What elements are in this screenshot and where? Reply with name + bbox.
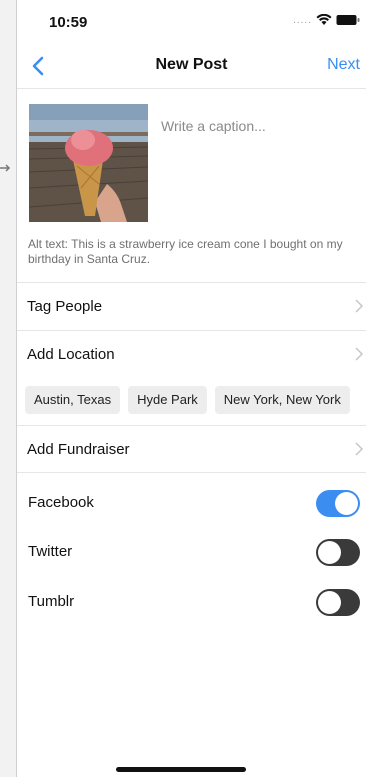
location-chip[interactable]: Austin, Texas: [25, 386, 121, 414]
share-twitter-row: Twitter: [17, 533, 366, 573]
tag-people-label: Tag People: [27, 298, 103, 315]
add-location-row[interactable]: Add Location: [17, 330, 366, 378]
page-title: New Post: [155, 56, 228, 73]
toggle-knob: [318, 541, 341, 564]
divider: [17, 472, 366, 473]
home-indicator[interactable]: [116, 767, 246, 772]
status-time: 10:59: [49, 14, 88, 31]
next-button[interactable]: Next: [327, 56, 360, 74]
tag-people-row[interactable]: Tag People: [17, 282, 366, 330]
share-label: Twitter: [28, 543, 73, 560]
left-edge-panel: [0, 0, 17, 777]
facebook-toggle[interactable]: [316, 490, 360, 517]
status-icons: .....: [293, 14, 360, 26]
share-label: Tumblr: [28, 593, 75, 610]
signal-dots: .....: [293, 14, 312, 26]
alt-text: Alt text: This is a strawberry ice cream…: [28, 237, 343, 266]
twitter-toggle[interactable]: [316, 539, 360, 566]
share-facebook-row: Facebook: [17, 484, 366, 524]
share-tumblr-row: Tumblr: [17, 583, 366, 623]
chevron-right-icon: [355, 347, 364, 361]
wifi-icon: [316, 14, 332, 25]
battery-icon: [336, 15, 360, 25]
toggle-knob: [335, 492, 358, 515]
status-bar: 10:59 .....: [17, 0, 366, 44]
chevron-right-icon: [355, 442, 364, 456]
add-fundraiser-row[interactable]: Add Fundraiser: [17, 425, 366, 473]
location-suggestions: Austin, Texas Hyde Park New York, New York: [25, 386, 366, 416]
caption-input[interactable]: Write a caption...: [161, 118, 361, 134]
location-chip[interactable]: Hyde Park: [128, 386, 207, 414]
toggle-knob: [318, 591, 341, 614]
arrow-right-icon: [0, 164, 11, 172]
chevron-right-icon: [355, 299, 364, 313]
share-label: Facebook: [28, 494, 94, 511]
add-fundraiser-label: Add Fundraiser: [27, 441, 130, 458]
location-chip[interactable]: New York, New York: [214, 386, 350, 414]
new-post-screen: 10:59 ..... New Post Next Write a captio…: [17, 0, 366, 777]
navigation-bar: New Post Next: [17, 44, 366, 89]
add-location-label: Add Location: [27, 346, 115, 363]
post-photo[interactable]: [29, 104, 148, 222]
tumblr-toggle[interactable]: [316, 589, 360, 616]
